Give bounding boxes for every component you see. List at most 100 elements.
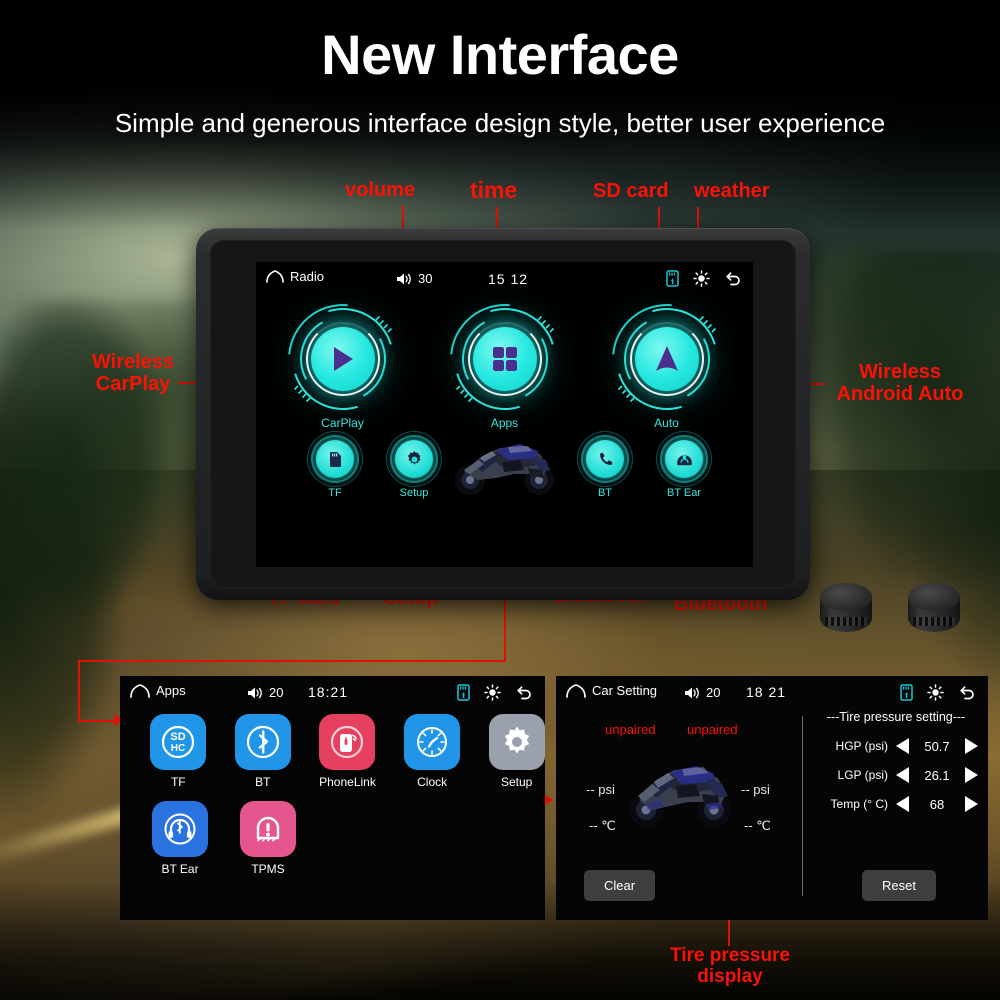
tire-front-psi: -- psi <box>586 782 615 797</box>
gear-icon <box>499 724 535 760</box>
shortcut-label-bt-ear: BT Ear <box>666 487 702 499</box>
apps-screen-panel[interactable]: Apps 20 18:21 SD HC TF BT PhoneLink Cloc… <box>120 676 545 920</box>
setting-label-lgp: LGP (psi) <box>837 768 888 782</box>
app-tpms[interactable]: TPMS <box>238 801 298 876</box>
home-icon[interactable] <box>130 683 150 698</box>
app-tile-clock[interactable] <box>404 714 461 770</box>
shortcut-setup[interactable]: Setup <box>383 440 445 499</box>
hud-whitering-auto <box>629 322 704 396</box>
hud-apps[interactable]: Apps <box>427 281 582 437</box>
back-arrow-icon[interactable] <box>958 685 975 701</box>
decrement-hgp-arrow-icon[interactable] <box>896 738 909 754</box>
sd-card-icon[interactable] <box>666 270 679 287</box>
app-setup[interactable]: Setup <box>488 714 545 789</box>
tire-warning-icon <box>250 812 286 846</box>
main-status-right <box>666 270 741 287</box>
back-arrow-icon[interactable] <box>724 271 741 287</box>
main-clock: 15 12 <box>488 271 529 287</box>
car-setting-screen-panel[interactable]: Car Setting 20 18 21 unpaired unpaired -… <box>556 676 988 920</box>
shortcut-label-bt: BT <box>597 487 613 499</box>
shortcut-bt[interactable]: BT <box>574 440 636 499</box>
app-phonelink[interactable]: PhoneLink <box>319 714 376 789</box>
page-title: New Interface <box>321 23 679 86</box>
app-tile-bt-ear[interactable] <box>152 801 208 857</box>
app-tile-bt[interactable] <box>234 714 291 770</box>
gear-icon <box>405 450 424 469</box>
annotation-wireless-carplay: Wireless CarPlay <box>91 351 175 395</box>
tire-front-temp: -- ℃ <box>589 818 616 833</box>
setting-label-hgp: HGP (psi) <box>835 739 888 753</box>
app-label-clock: Clock <box>417 775 448 789</box>
shortcut-tf[interactable]: TF <box>304 440 366 499</box>
main-home-area[interactable]: Radio <box>266 269 324 284</box>
app-tile-tf[interactable]: SD HC <box>150 714 207 770</box>
tire-pressure-setting-title: ---Tire pressure setting--- <box>826 710 966 724</box>
main-shortcut-row: TF Setup BT BT Ear <box>256 434 753 524</box>
app-label-setup: Setup <box>501 775 533 789</box>
sdhc-icon: SD HC <box>159 723 197 761</box>
app-tile-phonelink[interactable] <box>319 714 376 770</box>
volume-icon[interactable] <box>247 686 264 700</box>
main-volume-indicator[interactable]: 30 <box>396 271 432 286</box>
sd-card-icon[interactable] <box>457 684 470 701</box>
home-icon[interactable] <box>266 270 284 283</box>
apps-row-1: SD HC TF BT PhoneLink Clock Setup <box>120 714 545 789</box>
main-hud-row: CarPlay Apps Auto <box>256 281 753 437</box>
brightness-icon[interactable] <box>927 684 944 701</box>
hud-carplay[interactable]: CarPlay <box>265 281 420 437</box>
app-tf[interactable]: SD HC TF <box>150 714 207 789</box>
apps-screen-title: Apps <box>156 683 186 698</box>
svg-text:HC: HC <box>171 743 185 754</box>
clear-button[interactable]: Clear <box>584 870 656 901</box>
app-clock[interactable]: Clock <box>404 714 461 789</box>
increment-temp-arrow-icon[interactable] <box>965 796 978 812</box>
apps-clock: 18:21 <box>308 684 349 700</box>
hud-ring-carplay <box>265 281 420 437</box>
increment-hgp-arrow-icon[interactable] <box>965 738 978 754</box>
brightness-icon[interactable] <box>693 270 710 287</box>
setting-row-hgp: HGP (psi) 50.7 <box>806 738 986 754</box>
increment-lgp-arrow-icon[interactable] <box>965 767 978 783</box>
tire-rear-psi: -- psi <box>741 782 770 797</box>
sd-card-icon[interactable] <box>900 684 913 701</box>
apps-home-area[interactable]: Apps <box>130 683 186 698</box>
setting-value-hgp: 50.7 <box>924 738 950 754</box>
setting-row-temp: Temp (° C) 68 <box>806 796 986 812</box>
main-screen[interactable]: Radio 30 15 12 CarPlay Apps Auto TF Setu… <box>256 262 753 567</box>
volume-icon[interactable] <box>684 686 701 700</box>
tpms-cap-grip <box>913 617 955 626</box>
annotation-weather: weather <box>694 180 770 202</box>
tire-pressure-display: unpaired unpaired -- psi -- ℃ -- psi -- … <box>556 710 798 880</box>
callout-apps-vertical <box>78 660 80 722</box>
app-label-bt: BT <box>255 775 271 789</box>
reset-button[interactable]: Reset <box>862 870 936 901</box>
app-label-tpms: TPMS <box>251 862 285 876</box>
annotation-time: time <box>470 177 518 203</box>
app-tile-tpms[interactable] <box>240 801 296 857</box>
apps-volume-indicator[interactable]: 20 <box>247 685 283 700</box>
setting-row-lgp: LGP (psi) 26.1 <box>806 767 986 783</box>
carsetting-volume-indicator[interactable]: 20 <box>684 685 720 700</box>
home-icon[interactable] <box>566 683 586 698</box>
carsetting-home-area[interactable]: Car Setting <box>566 683 657 698</box>
decrement-lgp-arrow-icon[interactable] <box>896 767 909 783</box>
decrement-temp-arrow-icon[interactable] <box>896 796 909 812</box>
apps-row-2: BT Ear TPMS <box>120 801 545 876</box>
shortcut-label-setup: Setup <box>399 487 429 499</box>
hud-whitering-carplay <box>305 322 380 396</box>
head-unit-device: Radio 30 15 12 CarPlay Apps Auto TF Setu… <box>196 228 810 600</box>
app-bt-ear[interactable]: BT Ear <box>150 801 210 876</box>
tpms-cap-grip <box>825 617 867 626</box>
shortcut-bt-ear[interactable]: BT Ear <box>653 440 715 499</box>
hud-auto[interactable]: Auto <box>589 281 744 437</box>
hud-whitering-apps <box>467 322 542 396</box>
app-label-tf: TF <box>170 775 186 789</box>
hud-label-carplay: CarPlay <box>321 416 364 430</box>
volume-icon[interactable] <box>396 272 413 286</box>
shortcut-ring-tf <box>316 440 354 478</box>
brightness-icon[interactable] <box>484 684 501 701</box>
app-tile-setup[interactable] <box>488 714 545 770</box>
app-bt[interactable]: BT <box>234 714 292 789</box>
back-arrow-icon[interactable] <box>515 685 532 701</box>
hud-label-auto: Auto <box>654 416 679 430</box>
